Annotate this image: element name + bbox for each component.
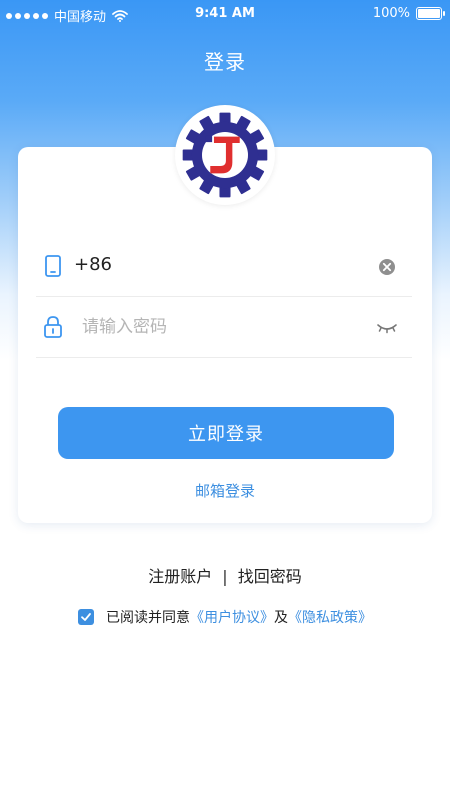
battery-percent: 100% (372, 6, 410, 21)
email-login-link[interactable]: 邮箱登录 (0, 480, 450, 501)
privacy-policy-link[interactable]: 《隐私政策》 (288, 607, 372, 627)
password-row (36, 297, 412, 358)
battery-icon (416, 7, 445, 20)
phone-input[interactable] (112, 250, 372, 282)
gear-logo-icon (182, 112, 268, 198)
link-separator: | (222, 567, 228, 586)
register-link[interactable]: 注册账户 (148, 567, 212, 586)
phone-row: +86 (36, 236, 412, 297)
status-bar: 中国移动 9:41 AM 100% (0, 0, 450, 28)
agreement-text: 已阅读并同意 (106, 610, 190, 626)
agreement-and: 及 (274, 610, 288, 626)
country-code[interactable]: +86 (74, 254, 112, 275)
lock-icon (44, 316, 62, 338)
page-title: 登录 (204, 50, 246, 74)
eye-closed-icon[interactable] (376, 317, 398, 339)
recover-password-link[interactable]: 找回密码 (238, 567, 302, 586)
login-button[interactable]: 立即登录 (58, 407, 394, 459)
phone-icon (45, 255, 61, 277)
account-links: 注册账户 | 找回密码 (0, 563, 450, 587)
password-input[interactable] (82, 311, 362, 343)
user-agreement-link[interactable]: 《用户协议》 (190, 607, 274, 627)
agreement-row: 已阅读并同意 《用户协议》 及 《隐私政策》 (78, 607, 372, 627)
agreement-checkbox[interactable] (78, 609, 94, 625)
app-logo (175, 105, 275, 205)
check-icon (81, 613, 91, 621)
clear-icon[interactable] (376, 256, 398, 278)
status-right: 100% (372, 6, 445, 21)
